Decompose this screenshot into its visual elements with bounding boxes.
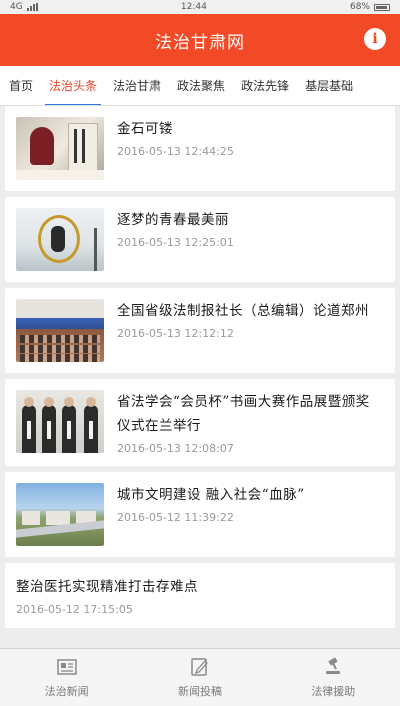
- news-item[interactable]: 城市文明建设 融入社会“血脉” 2016-05-12 11:39:22: [5, 472, 395, 557]
- battery-icon: [374, 3, 390, 11]
- news-thumbnail: [16, 208, 104, 271]
- news-item[interactable]: 逐梦的青春最美丽 2016-05-13 12:25:01: [5, 197, 395, 282]
- news-date: 2016-05-13 12:12:12: [117, 327, 234, 340]
- bottom-tab-law-news[interactable]: 法治新闻: [0, 649, 133, 706]
- bottom-tab-label: 新闻投稿: [177, 684, 222, 698]
- status-right: 68%: [350, 2, 390, 12]
- info-icon[interactable]: i: [364, 28, 386, 50]
- tab-gansu-law[interactable]: 法治甘肃: [105, 66, 169, 105]
- news-title: 全国省级法制报社长（总编辑）论道郑州: [117, 303, 369, 319]
- signal-icon: [26, 3, 38, 11]
- network-label: 4G: [10, 2, 23, 12]
- news-title: 整治医托实现精准打击存难点: [16, 579, 198, 595]
- news-thumbnail: [16, 483, 104, 546]
- status-bar: 4G 12:44 68%: [0, 0, 400, 14]
- news-item[interactable]: 整治医托实现精准打击存难点 2016-05-12 17:15:05: [5, 563, 395, 628]
- news-item[interactable]: 省法学会“会员杯”书画大赛作品展暨颁奖仪式在兰举行 2016-05-13 12:…: [5, 379, 395, 466]
- news-title: 省法学会“会员杯”书画大赛作品展暨颁奖仪式在兰举行: [117, 394, 370, 434]
- newspaper-icon: [56, 658, 77, 675]
- news-thumbnail: [16, 299, 104, 362]
- tab-home[interactable]: 首页: [0, 66, 41, 105]
- status-left: 4G: [10, 2, 38, 12]
- bottom-tab-submit-news[interactable]: 新闻投稿: [133, 649, 266, 706]
- news-thumbnail: [16, 117, 104, 180]
- news-date: 2016-05-13 12:25:01: [117, 236, 234, 249]
- news-date: 2016-05-12 17:15:05: [16, 603, 133, 616]
- news-title: 城市文明建设 融入社会“血脉”: [117, 487, 305, 503]
- tab-politics-pioneer[interactable]: 政法先锋: [233, 66, 297, 105]
- app-header: 法治甘肃网 i: [0, 14, 400, 66]
- news-title: 逐梦的青春最美丽: [117, 212, 229, 228]
- news-item[interactable]: 金石可镂 2016-05-13 12:44:25: [5, 106, 395, 191]
- bottom-tab-bar: 法治新闻 新闻投稿 法律援助: [0, 648, 400, 706]
- news-title: 金石可镂: [117, 121, 173, 137]
- news-item[interactable]: 全国省级法制报社长（总编辑）论道郑州 2016-05-13 12:12:12: [5, 288, 395, 373]
- bottom-tab-legal-aid[interactable]: 法律援助: [267, 649, 400, 706]
- news-date: 2016-05-13 12:44:25: [117, 145, 234, 158]
- news-date: 2016-05-13 12:08:07: [117, 442, 234, 455]
- tab-headlines[interactable]: 法治头条: [41, 66, 105, 105]
- app-title: 法治甘肃网: [155, 32, 245, 53]
- category-tabs: 首页 法治头条 法治甘肃 政法聚焦 政法先锋 基层基础: [0, 66, 400, 106]
- gavel-icon: [326, 657, 341, 674]
- news-list: 金石可镂 2016-05-13 12:44:25 逐梦的青春最美丽 2016-0…: [0, 106, 400, 648]
- tab-grassroots[interactable]: 基层基础: [297, 66, 361, 105]
- edit-icon: [191, 657, 208, 676]
- news-date: 2016-05-12 11:39:22: [117, 511, 234, 524]
- status-time: 12:44: [180, 2, 207, 12]
- bottom-tab-label: 法律援助: [311, 684, 356, 698]
- news-thumbnail: [16, 390, 104, 453]
- bottom-tab-label: 法治新闻: [44, 684, 89, 698]
- tab-politics-focus[interactable]: 政法聚焦: [169, 66, 233, 105]
- battery-percent: 68%: [349, 2, 370, 12]
